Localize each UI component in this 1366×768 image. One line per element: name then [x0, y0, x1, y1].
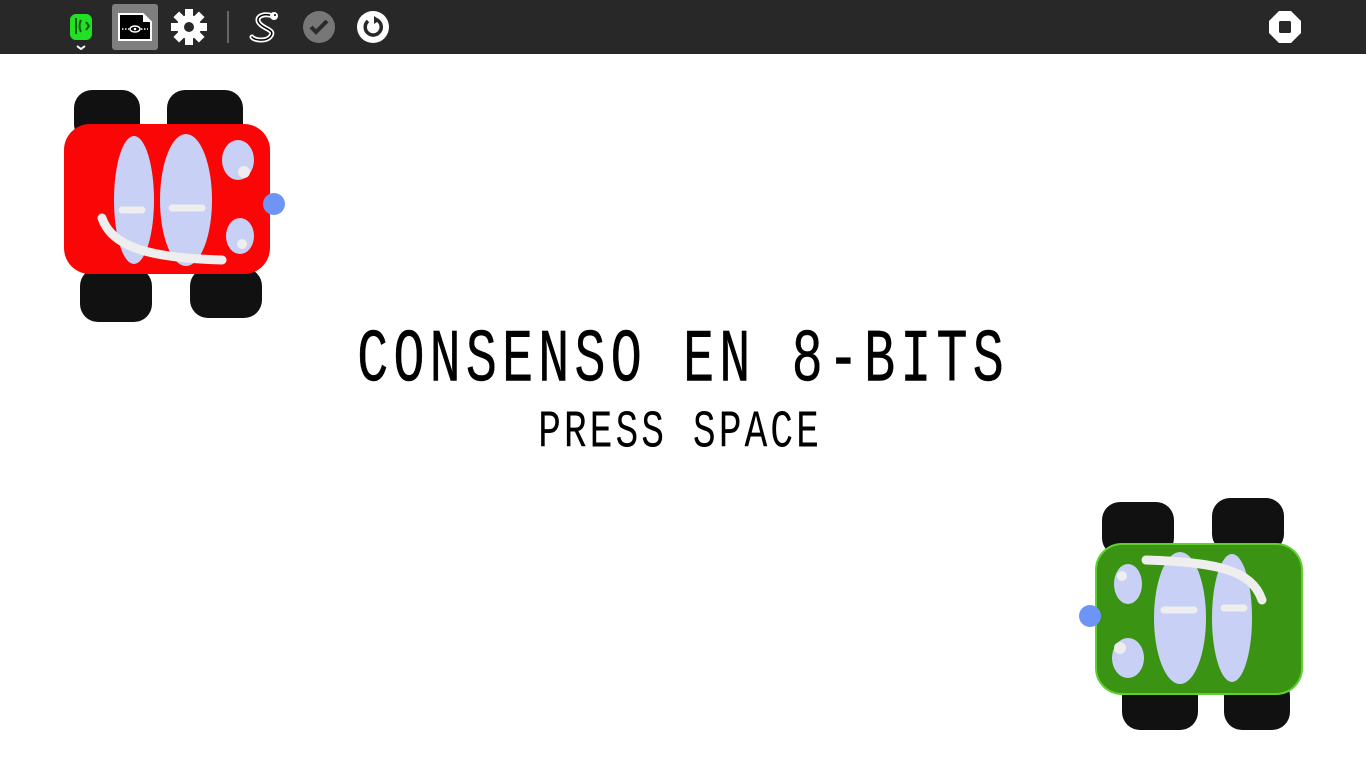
toolbar-separator: [227, 11, 229, 43]
restart-button[interactable]: [350, 4, 396, 50]
game-title: CONSENSO EN 8-BITS: [357, 318, 1009, 404]
settings-gear-icon: [171, 9, 207, 45]
restart-icon: [357, 11, 389, 43]
toolbar: [0, 0, 1366, 54]
app-logo-icon: [70, 14, 92, 50]
press-space-prompt: PRESS SPACE: [538, 403, 822, 464]
green-car-sprite: [1079, 498, 1303, 730]
stop-button[interactable]: [1262, 4, 1308, 50]
settings-button[interactable]: [166, 4, 212, 50]
presentation-mode-icon: [118, 13, 152, 41]
app-logo-menu-button[interactable]: [58, 4, 104, 50]
red-car-sprite: [64, 90, 285, 322]
python-mode-button[interactable]: [242, 4, 288, 50]
stop-icon: [1269, 11, 1301, 43]
presentation-mode-button[interactable]: [112, 4, 158, 50]
check-button[interactable]: [296, 4, 342, 50]
python-snake-icon: [249, 12, 278, 43]
check-icon: [303, 11, 335, 43]
